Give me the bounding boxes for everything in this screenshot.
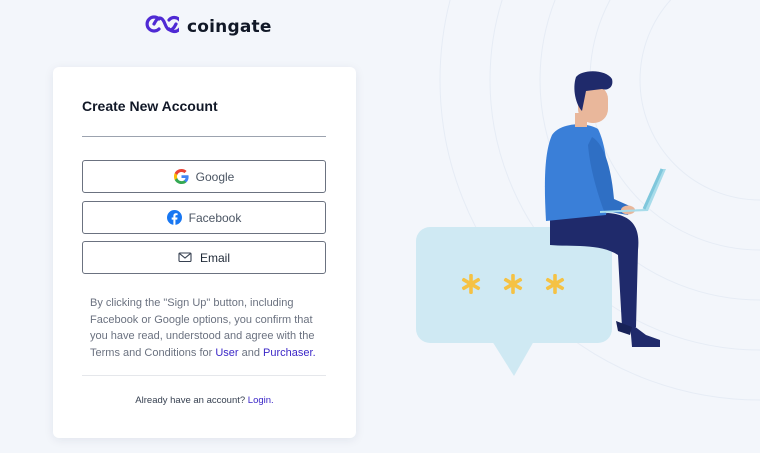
signup-illustration [416, 71, 666, 376]
terms-text: By clicking the "Sign Up" button, includ… [90, 295, 322, 361]
title-divider [82, 136, 326, 137]
brand-name: coingate [187, 16, 272, 37]
google-button-label: Google [195, 169, 235, 184]
email-signup-button[interactable]: Email [82, 241, 326, 274]
login-link[interactable]: Login. [248, 395, 274, 406]
google-icon [173, 169, 189, 184]
footer-divider [82, 375, 326, 376]
signup-card: Create New Account Google Facebook Email… [53, 67, 356, 438]
user-terms-link[interactable]: User [215, 347, 238, 359]
login-prompt: Already have an account? Login. [53, 395, 356, 406]
purchaser-terms-link[interactable]: Purchaser. [263, 347, 316, 359]
card-title: Create New Account [82, 98, 218, 114]
facebook-signup-button[interactable]: Facebook [82, 201, 326, 234]
coingate-logo-icon [145, 14, 183, 39]
facebook-icon [166, 210, 182, 225]
login-prompt-text: Already have an account? [135, 395, 248, 406]
brand[interactable]: coingate [145, 14, 272, 39]
terms-conjunction: and [238, 346, 264, 359]
mail-icon [178, 250, 193, 265]
facebook-button-label: Facebook [188, 210, 242, 225]
speech-bubble [416, 227, 612, 376]
google-signup-button[interactable]: Google [82, 160, 326, 193]
email-button-label: Email [199, 250, 230, 265]
